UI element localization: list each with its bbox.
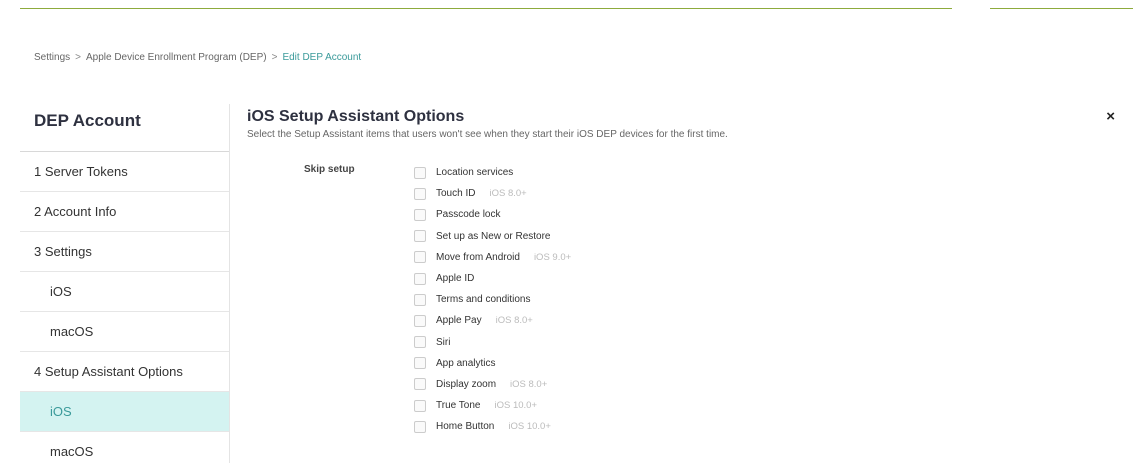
sidebar-item-setup-assistant-ios[interactable]: iOS [20, 392, 229, 432]
option-touch-id: Touch ID iOS 8.0+ [414, 183, 571, 204]
option-label: Siri [436, 336, 451, 348]
version-note: iOS 10.0+ [494, 400, 537, 412]
option-terms-and-conditions: Terms and conditions [414, 289, 571, 310]
option-move-from-android: Move from Android iOS 9.0+ [414, 247, 571, 268]
version-note: iOS 8.0+ [510, 378, 548, 390]
version-note: iOS 8.0+ [495, 315, 533, 327]
option-label: Set up as New or Restore [436, 230, 551, 242]
siri-checkbox[interactable] [414, 336, 426, 349]
apple-id-checkbox[interactable] [414, 272, 426, 285]
option-label: True Tone [436, 400, 481, 412]
option-label: Display zoom [436, 378, 497, 390]
version-note: iOS 10.0+ [508, 421, 551, 433]
breadcrumb-separator: > [271, 52, 278, 63]
home-button-checkbox[interactable] [414, 420, 426, 433]
option-label: Terms and conditions [436, 294, 531, 306]
option-label: Move from Android [436, 251, 520, 263]
sidebar-item-server-tokens[interactable]: 1 Server Tokens [20, 152, 229, 192]
sidebar-item-setup-assistant-options[interactable]: 4 Setup Assistant Options [20, 352, 229, 392]
sidebar-title: DEP Account [20, 104, 229, 152]
option-label: Home Button [436, 421, 495, 433]
touch-id-checkbox[interactable] [414, 187, 426, 200]
set-up-as-new-or-restore-checkbox[interactable] [414, 230, 426, 243]
option-location-services: Location services [414, 162, 571, 183]
option-label: Apple Pay [436, 315, 482, 327]
app-analytics-checkbox[interactable] [414, 357, 426, 370]
sidebar-item-setup-assistant-macos[interactable]: macOS [20, 432, 229, 463]
option-siri: Siri [414, 332, 571, 353]
option-passcode-lock: Passcode lock [414, 204, 571, 225]
close-icon[interactable]: × [1106, 108, 1115, 125]
option-home-button: Home Button iOS 10.0+ [414, 416, 571, 437]
option-apple-id: Apple ID [414, 268, 571, 289]
option-apple-pay: Apple Pay iOS 8.0+ [414, 310, 571, 331]
sidebar-item-settings-ios[interactable]: iOS [20, 272, 229, 312]
header-divider-right [990, 8, 1133, 9]
breadcrumb-separator: > [75, 52, 81, 63]
option-label: Touch ID [436, 188, 476, 200]
sidebar: DEP Account 1 Server Tokens 2 Account In… [20, 104, 230, 463]
version-note: iOS 8.0+ [489, 188, 527, 200]
terms-and-conditions-checkbox[interactable] [414, 293, 426, 306]
skip-setup-label: Skip setup [304, 164, 355, 175]
sidebar-item-settings[interactable]: 3 Settings [20, 232, 229, 272]
skip-setup-options: Location services Touch ID iOS 8.0+ Passcod… [414, 162, 571, 437]
option-label: App analytics [436, 357, 496, 369]
option-display-zoom: Display zoom iOS 8.0+ [414, 374, 571, 395]
option-app-analytics: App analytics [414, 353, 571, 374]
version-note: iOS 9.0+ [533, 251, 572, 263]
passcode-lock-checkbox[interactable] [414, 208, 426, 221]
page-title: iOS Setup Assistant Options [247, 108, 465, 125]
breadcrumb-dep[interactable]: Apple Device Enrollment Program (DEP) [86, 52, 267, 63]
option-label: Passcode lock [436, 209, 501, 221]
breadcrumb: Settings > Apple Device Enrollment Program… [34, 52, 361, 63]
sidebar-item-settings-macos[interactable]: macOS [20, 312, 229, 352]
header-divider [20, 8, 952, 9]
display-zoom-checkbox[interactable] [414, 378, 426, 391]
apple-pay-checkbox[interactable] [414, 314, 426, 327]
breadcrumb-settings[interactable]: Settings [34, 52, 70, 63]
page-description: Select the Setup Assistant items that us… [247, 129, 728, 140]
main-content: iOS Setup Assistant Options Select the S… [247, 108, 1107, 433]
sidebar-item-account-info[interactable]: 2 Account Info [20, 192, 229, 232]
option-set-up-as-new-or-restore: Set up as New or Restore [414, 226, 571, 247]
true-tone-checkbox[interactable] [414, 399, 426, 412]
move-from-android-checkbox[interactable] [414, 251, 426, 264]
option-label: Location services [436, 167, 514, 179]
location-services-checkbox[interactable] [414, 166, 426, 179]
option-true-tone: True Tone iOS 10.0+ [414, 395, 571, 416]
option-label: Apple ID [436, 273, 475, 285]
breadcrumb-current: Edit DEP Account [282, 52, 362, 63]
sidebar-item-label: iOS [50, 404, 72, 419]
